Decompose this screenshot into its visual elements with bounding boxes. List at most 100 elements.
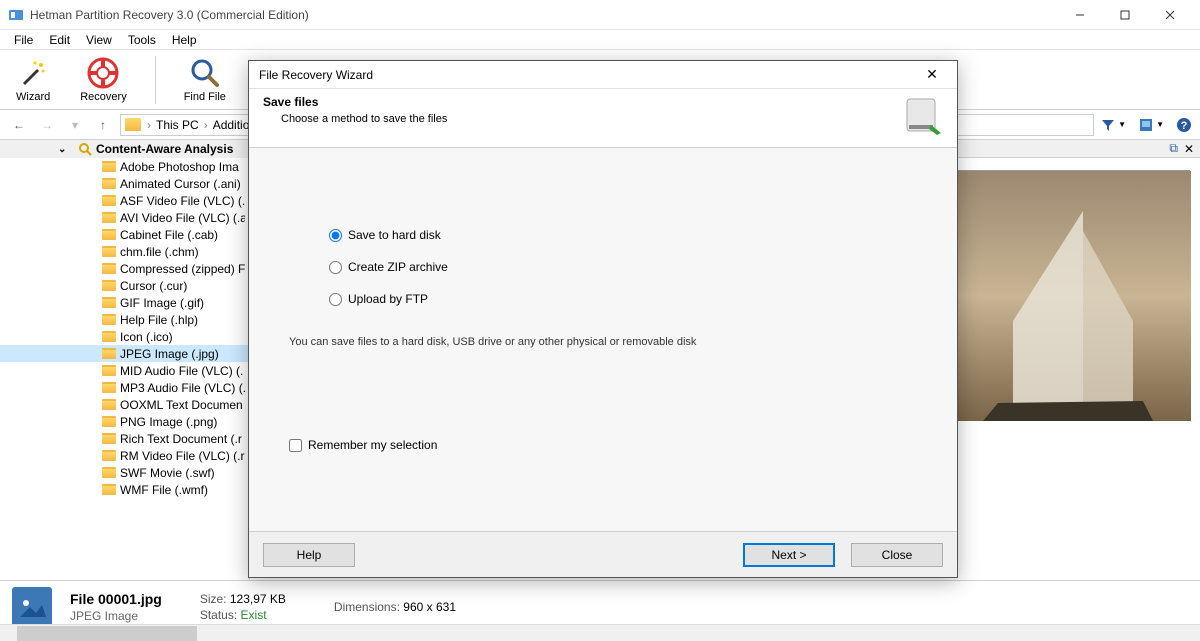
tree-item-label: PNG Image (.png): [120, 415, 217, 429]
tree-item-label: SWF Movie (.swf): [120, 466, 215, 480]
tree-item-label: JPEG Image (.jpg): [120, 347, 219, 361]
sidebar: ⌄ Content-Aware Analysis Adobe Photoshop…: [0, 140, 250, 580]
folder-icon: [102, 178, 116, 189]
dim-value: 960 x 631: [403, 600, 456, 614]
status-label: Status:: [200, 608, 237, 622]
wand-icon: [17, 57, 49, 89]
dialog-title: File Recovery Wizard: [259, 68, 917, 82]
menu-edit[interactable]: Edit: [41, 31, 78, 49]
tree-item[interactable]: Animated Cursor (.ani): [0, 175, 249, 192]
tree-item-label: ASF Video File (VLC) (.a: [120, 194, 245, 208]
folder-icon: [102, 399, 116, 410]
tree-item-label: Cursor (.cur): [120, 279, 187, 293]
tree-item[interactable]: Adobe Photoshop Ima: [0, 158, 249, 175]
view-button[interactable]: ▼: [1138, 117, 1164, 133]
tree-item[interactable]: AVI Video File (VLC) (.av: [0, 209, 249, 226]
dialog-buttonbar: Help Next > Close: [249, 531, 957, 577]
tree-item[interactable]: Compressed (zipped) F: [0, 260, 249, 277]
folder-icon: [125, 118, 141, 131]
dialog-close-btn[interactable]: Close: [851, 543, 943, 567]
tree-item[interactable]: Rich Text Document (.r: [0, 430, 249, 447]
breadcrumb-additio[interactable]: Additio: [210, 118, 253, 132]
recovery-label: Recovery: [80, 91, 126, 103]
toolbar-separator: [155, 56, 156, 104]
tree-item[interactable]: Icon (.ico): [0, 328, 249, 345]
tree-item-label: Adobe Photoshop Ima: [120, 160, 239, 174]
minimize-button[interactable]: [1057, 0, 1102, 30]
tree-item[interactable]: WMF File (.wmf): [0, 481, 249, 498]
tree-item[interactable]: Help File (.hlp): [0, 311, 249, 328]
tree-item[interactable]: MP3 Audio File (VLC) (.: [0, 379, 249, 396]
radio-save-harddisk[interactable]: Save to hard disk: [329, 228, 917, 242]
findfile-label: Find File: [184, 91, 226, 103]
maximize-button[interactable]: [1102, 0, 1147, 30]
status-value: Exist: [241, 608, 267, 622]
radio-create-zip[interactable]: Create ZIP archive: [329, 260, 917, 274]
close-panel-icon[interactable]: ✕: [1184, 142, 1194, 156]
folder-icon: [102, 450, 116, 461]
popout-icon[interactable]: ⧉: [1169, 141, 1178, 156]
back-button[interactable]: ←: [8, 114, 30, 136]
tree-item-label: AVI Video File (VLC) (.av: [120, 211, 245, 225]
tree-item[interactable]: SWF Movie (.swf): [0, 464, 249, 481]
history-dropdown[interactable]: ▾: [64, 114, 86, 136]
tree-item-label: MID Audio File (VLC) (.: [120, 364, 243, 378]
folder-icon: [102, 416, 116, 427]
harddisk-icon: [901, 95, 943, 137]
tree-item-label: RM Video File (VLC) (.rr: [120, 449, 245, 463]
radio-upload-ftp[interactable]: Upload by FTP: [329, 292, 917, 306]
filter-button[interactable]: ▼: [1100, 117, 1126, 133]
folder-icon: [102, 263, 116, 274]
folder-icon: [102, 161, 116, 172]
menu-tools[interactable]: Tools: [120, 31, 164, 49]
folder-icon: [102, 433, 116, 444]
dialog-close-button[interactable]: ✕: [917, 61, 947, 89]
tree-item-label: Compressed (zipped) F: [120, 262, 245, 276]
wizard-button[interactable]: Wizard: [10, 55, 56, 105]
folder-icon: [102, 467, 116, 478]
next-button[interactable]: Next >: [743, 543, 835, 567]
folder-icon: [102, 314, 116, 325]
tree-item[interactable]: Cabinet File (.cab): [0, 226, 249, 243]
tree-item-label: chm.file (.chm): [120, 245, 199, 259]
tree-item[interactable]: RM Video File (VLC) (.rr: [0, 447, 249, 464]
tree-item[interactable]: OOXML Text Documen: [0, 396, 249, 413]
menu-file[interactable]: File: [6, 31, 41, 49]
lifebuoy-icon: [87, 57, 119, 89]
tree-item[interactable]: Cursor (.cur): [0, 277, 249, 294]
tree-item-label: GIF Image (.gif): [120, 296, 204, 310]
remember-checkbox[interactable]: Remember my selection: [289, 438, 917, 452]
folder-icon: [102, 348, 116, 359]
tree-item-label: Help File (.hlp): [120, 313, 198, 327]
folder-icon: [102, 229, 116, 240]
recovery-button[interactable]: Recovery: [74, 55, 132, 105]
tree-item[interactable]: ASF Video File (VLC) (.a: [0, 192, 249, 209]
file-thumbnail: [12, 587, 52, 627]
footer-filename: File 00001.jpg: [70, 591, 162, 607]
tree-item[interactable]: chm.file (.chm): [0, 243, 249, 260]
menu-view[interactable]: View: [78, 31, 120, 49]
up-button[interactable]: ↑: [92, 114, 114, 136]
tree-item[interactable]: MID Audio File (VLC) (.: [0, 362, 249, 379]
close-button[interactable]: [1147, 0, 1192, 30]
tree-item-label: Cabinet File (.cab): [120, 228, 218, 242]
help-button[interactable]: Help: [263, 543, 355, 567]
tree-item[interactable]: JPEG Image (.jpg): [0, 345, 249, 362]
menu-help[interactable]: Help: [164, 31, 205, 49]
tree-item-label: Icon (.ico): [120, 330, 173, 344]
breadcrumb-thispc[interactable]: This PC: [153, 118, 202, 132]
tree-item[interactable]: PNG Image (.png): [0, 413, 249, 430]
preview-image: [952, 170, 1190, 420]
help-button[interactable]: ?: [1176, 117, 1192, 133]
app-icon: [8, 7, 24, 23]
folder-icon: [102, 195, 116, 206]
tree-root[interactable]: ⌄ Content-Aware Analysis: [0, 140, 249, 158]
dialog-heading: Save files: [263, 95, 447, 109]
tree-item-label: WMF File (.wmf): [120, 483, 208, 497]
findfile-button[interactable]: Find File: [178, 55, 232, 105]
size-value: 123,97 KB: [230, 592, 286, 606]
tree-item[interactable]: GIF Image (.gif): [0, 294, 249, 311]
forward-button[interactable]: →: [36, 114, 58, 136]
magnifier-icon: [189, 57, 221, 89]
folder-icon: [102, 331, 116, 342]
